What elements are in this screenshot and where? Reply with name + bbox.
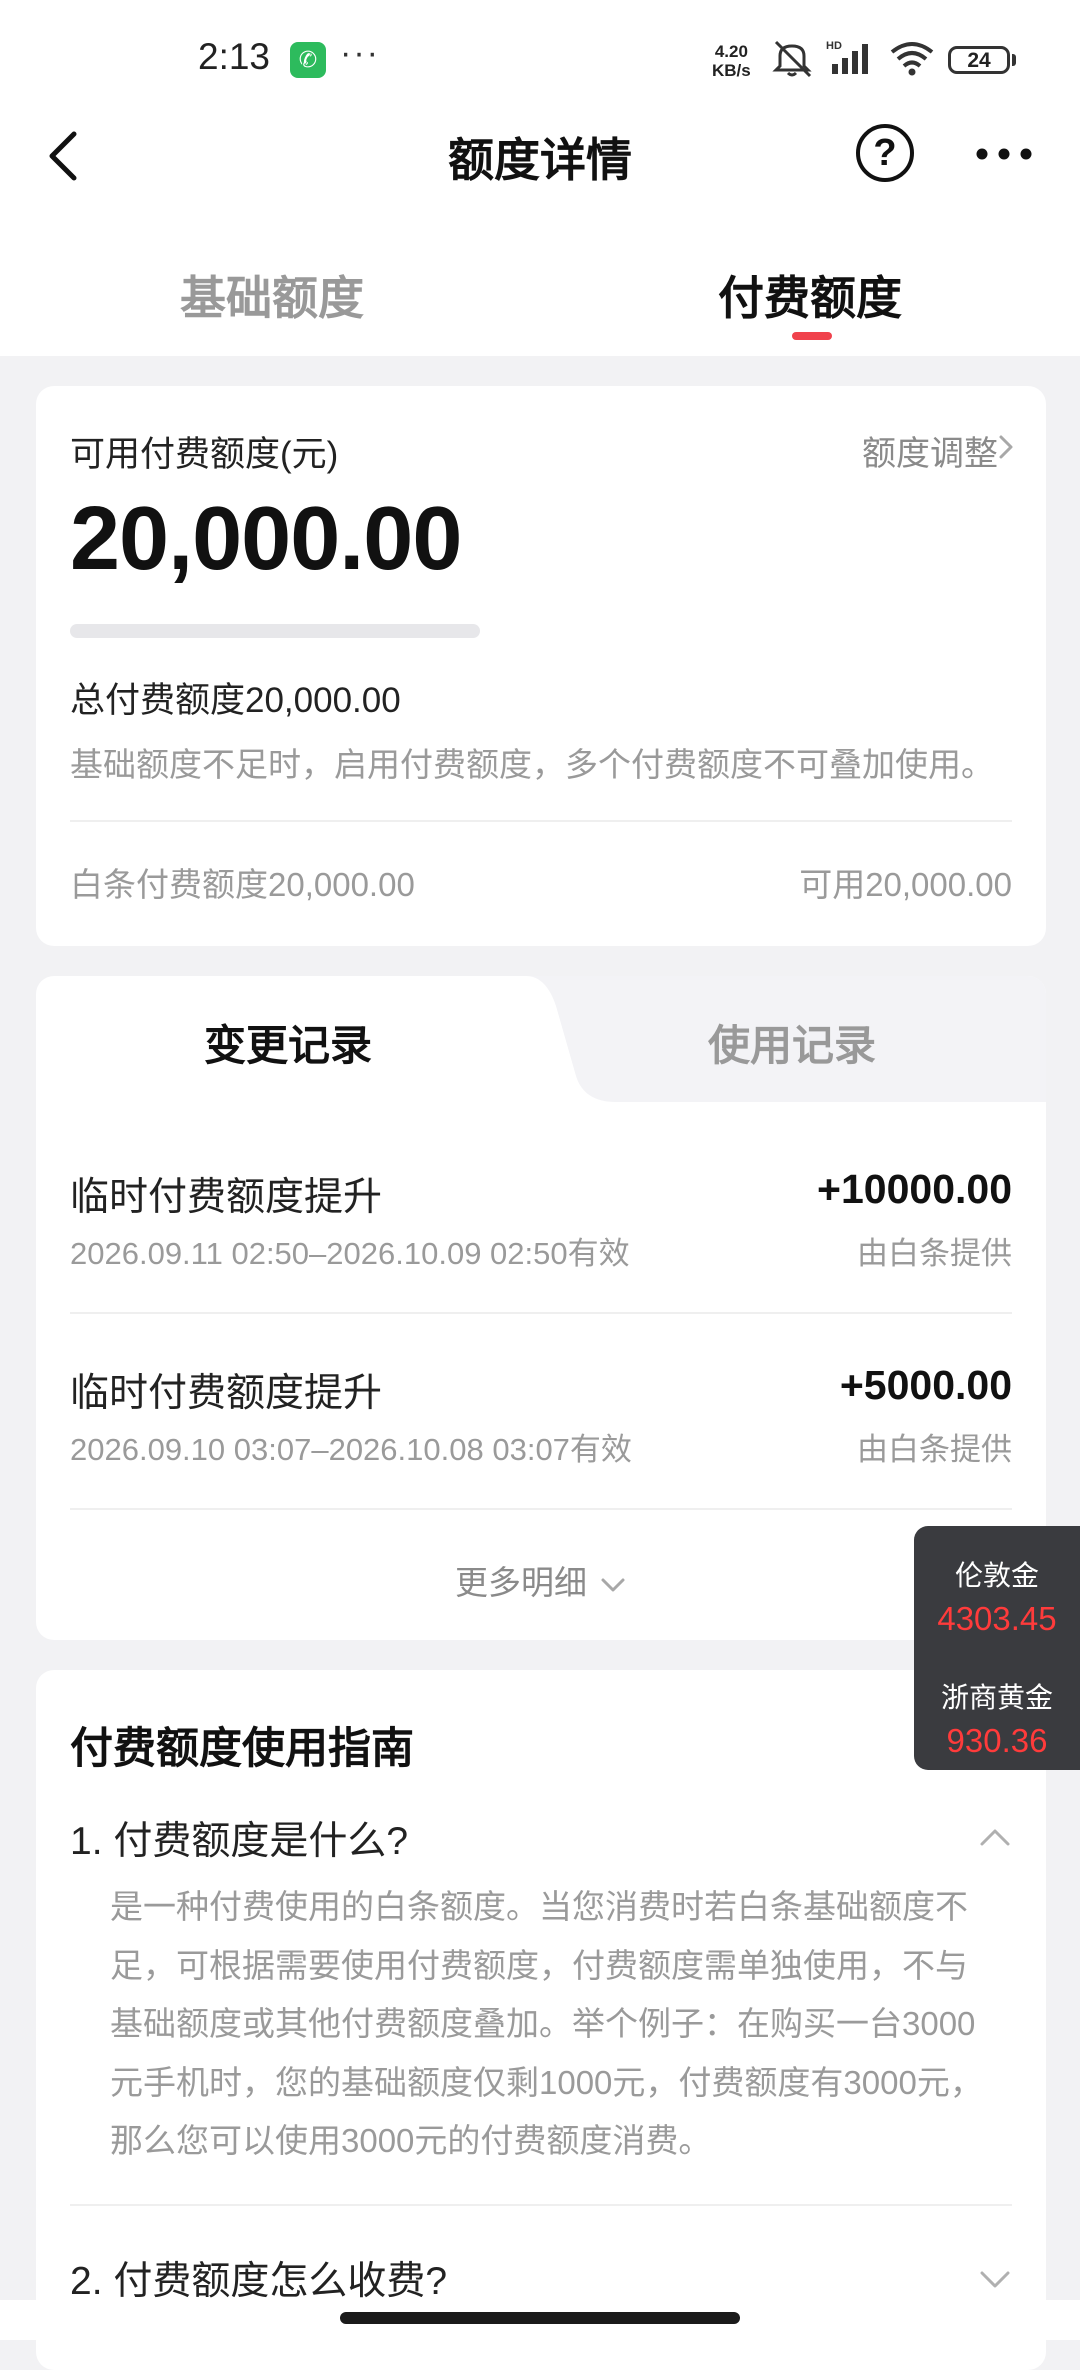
gold-price-widget[interactable]: 伦敦金 4303.45 浙商黄金 930.36 (914, 1526, 1080, 1770)
divider (70, 820, 1012, 822)
faq-answer-line: 元手机时，您的基础额度仅剩1000元，付费额度有3000元， (110, 2063, 983, 2101)
quota-description: 基础额度不足时，启用付费额度，多个付费额度不可叠加使用。 (70, 746, 994, 783)
page-title: 额度详情 (448, 134, 632, 186)
record-amount: +10000.00 (817, 1166, 1012, 1212)
faq-answer-line: 足，可根据需要使用付费额度，付费额度需单独使用，不与 (110, 1946, 968, 1984)
divider (70, 1508, 1012, 1510)
record-validity: 2026.09.10 03:07–2026.10.08 03:07有效 (70, 1432, 632, 1467)
quota-usage-bar (70, 624, 480, 638)
gold-item-zheshang[interactable]: 浙商黄金 930.36 (914, 1676, 1080, 1760)
chevron-right-icon[interactable] (998, 432, 1014, 462)
records-card: 变更记录 使用记录 临时付费额度提升 +10000.00 2026.09.11 … (36, 976, 1046, 1640)
nav-bar: 额度详情 ? (0, 100, 1080, 210)
gold-name: 伦敦金 (954, 1560, 1039, 1591)
tab-change-records[interactable]: 变更记录 (204, 1012, 372, 1073)
tab-paid-quota[interactable]: 付费额度 (718, 262, 902, 328)
gold-price: 930.36 (946, 1722, 1048, 1759)
record-source: 由白条提供 (857, 1236, 1012, 1271)
total-quota-text: 总付费额度20,000.00 (70, 681, 401, 720)
record-validity: 2026.09.11 02:50–2026.10.09 02:50有效 (70, 1236, 630, 1271)
baitiao-available-text: 可用20,000.00 (799, 866, 1012, 903)
battery-icon: 24 (948, 46, 1010, 74)
faq-answer-line: 是一种付费使用的白条额度。当您消费时若白条基础额度不 (110, 1888, 968, 1925)
guide-title: 付费额度使用指南 (70, 1725, 414, 1773)
faq-answer-line: 那么您可以使用3000元的付费额度消费。 (110, 2122, 712, 2159)
tab-basic-quota[interactable]: 基础额度 (180, 262, 364, 328)
active-tab-indicator (792, 332, 832, 340)
guide-card: 付费额度使用指南 1. 付费额度是什么? 是一种付费使用的白条额度。当您消费时若… (36, 1670, 1046, 2370)
svg-text:HD: HD (826, 40, 842, 52)
net-speed-value: 4.20 (714, 42, 748, 61)
available-quota-amount: 20,000.00 (70, 489, 462, 589)
quota-adjust-link[interactable]: 额度调整 (862, 426, 998, 475)
record-title: 临时付费额度提升 (70, 1176, 383, 1219)
more-dots-icon[interactable] (972, 134, 1036, 174)
mute-icon (772, 40, 812, 78)
divider (70, 1312, 1012, 1314)
divider (70, 2204, 1012, 2206)
faq-question-1[interactable]: 1. 付费额度是什么? (70, 1810, 408, 1866)
gold-item-london[interactable]: 伦敦金 4303.45 (914, 1554, 1080, 1638)
status-more-dots: ··· (340, 34, 380, 72)
faq-question-2[interactable]: 2. 付费额度怎么收费? (70, 2250, 447, 2306)
record-amount: +5000.00 (839, 1362, 1012, 1408)
list-item[interactable]: 临时付费额度提升 +5000.00 2026.09.10 03:07–2026.… (70, 1362, 1012, 1558)
records-tab-bar: 变更记录 使用记录 (36, 976, 1046, 1102)
paid-quota-card: 可用付费额度(元) 额度调整 20,000.00 总付费额度20,000.00 … (36, 386, 1046, 946)
chevron-down-icon (601, 1578, 625, 1592)
more-details-label: 更多明细 (455, 1564, 587, 1601)
chevron-down-icon[interactable] (978, 2268, 1012, 2290)
wifi-icon (890, 42, 934, 76)
hd-signal-icon: HD (826, 40, 868, 74)
chevron-up-icon[interactable] (978, 1826, 1012, 1848)
battery-tip (1012, 54, 1016, 66)
gold-price: 4303.45 (937, 1600, 1057, 1637)
status-time: 2:13 (198, 36, 271, 77)
phone-call-icon: ✆ (290, 42, 326, 78)
list-item[interactable]: 临时付费额度提升 +10000.00 2026.09.11 02:50–2026… (70, 1166, 1012, 1362)
net-speed: 4.20 KB/s (712, 42, 751, 80)
more-details-button[interactable]: 更多明细 (36, 1556, 1046, 1604)
record-source: 由白条提供 (857, 1432, 1012, 1467)
question-circle-icon[interactable]: ? (856, 124, 914, 182)
record-title: 临时付费额度提升 (70, 1372, 383, 1415)
faq-answer-1: 是一种付费使用的白条额度。当您消费时若白条基础额度不 足，可根据需要使用付费额度… (110, 1878, 1050, 2171)
faq-answer-line: 基础额度或其他付费额度叠加。举个例子：在购买一台3000 (110, 2005, 976, 2042)
gold-name: 浙商黄金 (940, 1682, 1053, 1713)
top-tab-bar: 基础额度 付费额度 (0, 210, 1080, 356)
home-indicator[interactable] (340, 2312, 740, 2324)
tab-usage-records[interactable]: 使用记录 (708, 1012, 876, 1073)
records-tab-background (526, 976, 1046, 1102)
baitiao-quota-text: 白条付费额度20,000.00 (70, 866, 415, 903)
net-speed-unit: KB/s (712, 61, 751, 80)
available-quota-label: 可用付费额度(元) (70, 435, 339, 474)
